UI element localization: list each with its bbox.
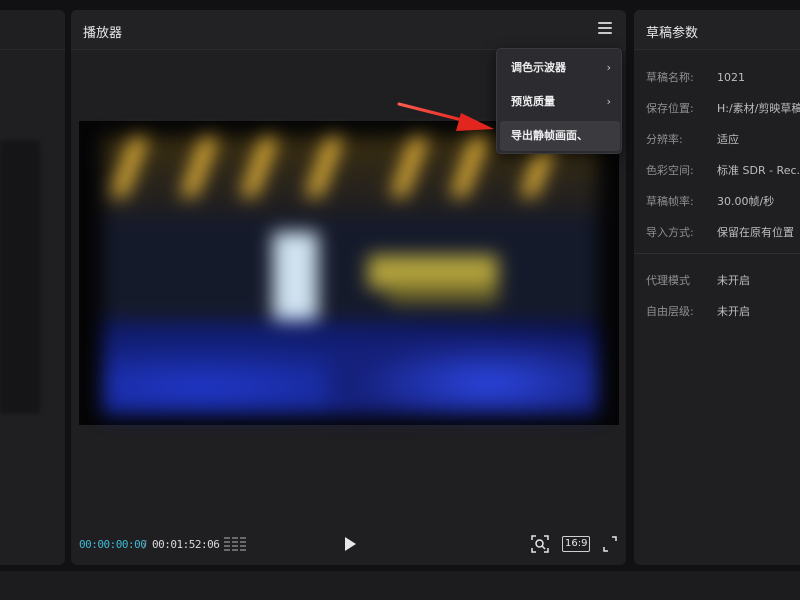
prop-key: 草稿名称: [646,71,694,84]
player-menu-dropdown: 调色示波器 › 预览质量 › 导出静帧画面、 [496,48,622,154]
duration-timecode: 00:01:52:06 [152,538,220,551]
prop-value: H:/素材/剪映草稿 [717,102,800,115]
prop-value: 1021 [717,71,745,84]
prop-key: 分辨率: [646,133,683,146]
prop-value: 保留在原有位置 [717,226,794,239]
properties-header: 草稿参数 [634,10,800,50]
menu-item-preview-quality[interactable]: 预览质量 › [497,87,621,117]
prop-row: 代理模式 未开启 [646,272,750,288]
prop-key: 保存位置: [646,102,694,115]
prop-key: 导入方式: [646,226,694,239]
prop-key: 草稿帧率: [646,195,694,208]
player-title: 播放器 [83,26,123,41]
menu-item-scopes[interactable]: 调色示波器 › [497,53,621,83]
properties-divider [634,253,800,254]
zoom-icon[interactable] [531,535,549,553]
left-panel-header [0,10,65,50]
prop-key: 色彩空间: [646,164,694,177]
prop-row: 草稿帧率: 30.00帧/秒 [646,193,774,209]
prop-key: 自由层级: [646,305,694,318]
prop-value: 30.00帧/秒 [717,195,775,208]
prop-row: 自由层级: 未开启 [646,303,750,319]
menu-item-label: 导出静帧画面、 [511,129,588,142]
chevron-right-icon: › [606,61,611,74]
chevron-right-icon: › [606,95,611,108]
menu-icon[interactable] [598,22,612,36]
aspect-ratio-button[interactable]: 16:9 [562,536,591,552]
prop-row: 导入方式: 保留在原有位置 [646,224,794,240]
side-blur-overlay [0,141,40,413]
properties-title: 草稿参数 [646,26,699,41]
video-frame [103,137,598,415]
prop-row: 草稿名称: 1021 [646,69,745,85]
play-icon[interactable] [343,536,357,552]
prop-row: 分辨率: 适应 [646,131,739,147]
prop-value: 未开启 [717,274,750,287]
timeline-bar [0,571,800,600]
waveform-icon[interactable] [224,537,246,551]
player-controls: 00:00:00:00 / 00:01:52:06 16:9 [71,525,626,565]
prop-value: 适应 [717,133,739,146]
menu-item-label: 预览质量 [511,95,555,108]
fullscreen-icon[interactable] [603,536,617,552]
prop-row: 保存位置: H:/素材/剪映草稿 [646,100,800,116]
draft-properties-panel: 草稿参数 草稿名称: 1021 保存位置: H:/素材/剪映草稿 分辨率: 适应 色彩… [634,10,800,565]
menu-item-export-still-frame[interactable]: 导出静帧画面、 [500,121,620,151]
app-window: 播放器 00:00:00:00 / 00:01:52:06 16:9 调色示波器… [0,0,800,600]
prop-row: 色彩空间: 标准 SDR - Rec.709 [646,162,800,178]
timecode-separator: / [143,538,147,551]
prop-value: 未开启 [717,305,750,318]
prop-key: 代理模式 [646,274,690,287]
menu-item-label: 调色示波器 [511,61,566,74]
current-timecode: 00:00:00:00 [79,538,147,551]
prop-value: 标准 SDR - Rec.709 [717,164,800,177]
player-header: 播放器 [71,10,626,50]
preview-viewport[interactable] [79,121,619,425]
